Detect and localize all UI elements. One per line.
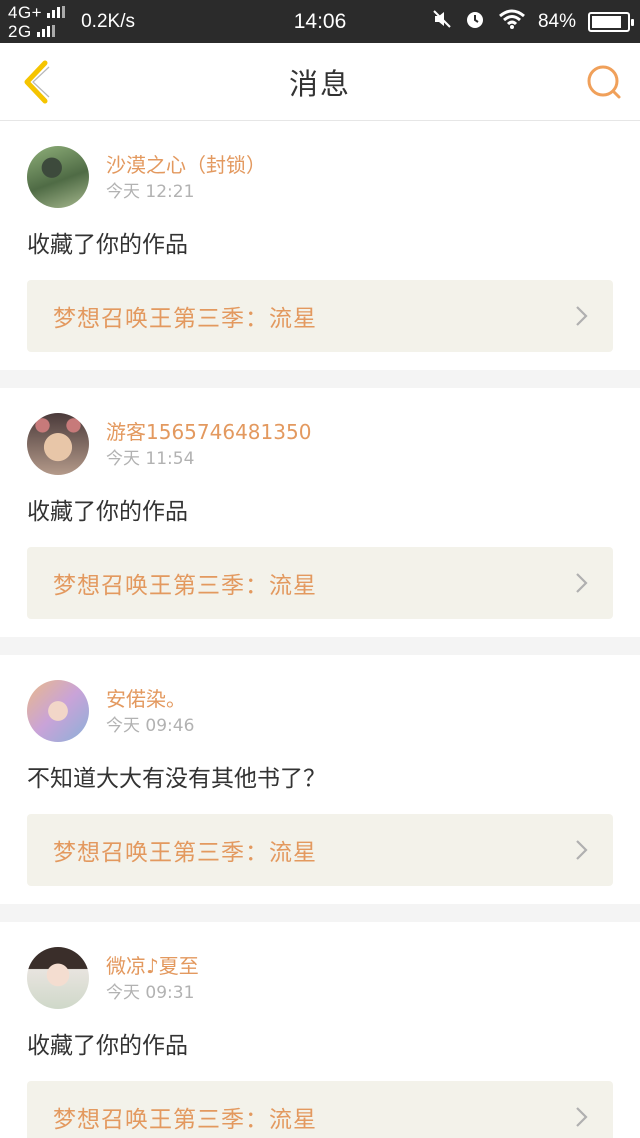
back-button[interactable]: [14, 60, 58, 104]
status-bar: 4G+ 2G 0.2K/s 14:06 84%: [0, 0, 640, 43]
work-link[interactable]: 梦想召唤王第三季：流星: [27, 547, 613, 619]
work-link[interactable]: 梦想召唤王第三季：流星: [27, 814, 613, 886]
battery-percent: 84%: [537, 10, 576, 32]
alarm-icon: [464, 8, 486, 36]
username[interactable]: 游客1565746481350: [106, 419, 311, 445]
chevron-right-icon: [576, 1107, 588, 1127]
network-type-top: 4G+: [8, 2, 43, 22]
work-title: 梦想召唤王第三季：流星: [53, 840, 317, 866]
timestamp: 今天 09:46: [106, 715, 195, 736]
timestamp: 今天 11:54: [106, 448, 195, 469]
username[interactable]: 微凉♪夏至: [106, 953, 199, 979]
message-text: 收藏了你的作品: [27, 1033, 188, 1059]
message-text: 收藏了你的作品: [27, 499, 188, 525]
mute-icon: [432, 9, 452, 35]
message-card: 安偌染。 今天 09:46 不知道大大有没有其他书了？ 梦想召唤王第三季：流星: [0, 655, 640, 904]
chevron-right-icon: [576, 306, 588, 326]
app-header: 消息: [0, 43, 640, 121]
work-title: 梦想召唤王第三季：流星: [53, 306, 317, 332]
work-link[interactable]: 梦想召唤王第三季：流星: [27, 280, 613, 352]
network-type-bottom: 2G: [8, 21, 32, 41]
avatar[interactable]: [27, 146, 89, 208]
message-text: 收藏了你的作品: [27, 232, 188, 258]
chevron-right-icon: [576, 840, 588, 860]
work-title: 梦想召唤王第三季：流星: [53, 1107, 317, 1133]
username[interactable]: 沙漠之心（封锁）: [106, 152, 266, 178]
message-card: 沙漠之心（封锁） 今天 12:21 收藏了你的作品 梦想召唤王第三季：流星: [0, 121, 640, 370]
search-button[interactable]: [582, 60, 626, 104]
message-card: 微凉♪夏至 今天 09:31 收藏了你的作品 梦想召唤王第三季：流星: [0, 922, 640, 1138]
signal-icon: [47, 6, 66, 18]
page-title: 消息: [288, 66, 351, 101]
avatar[interactable]: [27, 947, 89, 1009]
network-indicator: 4G+ 2G: [8, 2, 66, 41]
message-list: 沙漠之心（封锁） 今天 12:21 收藏了你的作品 梦想召唤王第三季：流星 游客…: [0, 121, 640, 1138]
username[interactable]: 安偌染。: [106, 686, 194, 712]
signal-icon: [36, 25, 55, 37]
avatar[interactable]: [27, 680, 89, 742]
battery-icon: [588, 11, 634, 32]
message-card: 游客1565746481350 今天 11:54 收藏了你的作品 梦想召唤王第三…: [0, 388, 640, 637]
avatar[interactable]: [27, 413, 89, 475]
search-icon: [587, 65, 621, 98]
chevron-right-icon: [576, 573, 588, 593]
wifi-icon: [498, 9, 526, 35]
work-link[interactable]: 梦想召唤王第三季：流星: [27, 1081, 613, 1138]
timestamp: 今天 09:31: [106, 982, 195, 1003]
back-chevron-icon: [24, 60, 50, 103]
network-speed: 0.2K/s: [81, 10, 135, 32]
work-title: 梦想召唤王第三季：流星: [53, 573, 317, 599]
message-text: 不知道大大有没有其他书了？: [27, 766, 326, 792]
timestamp: 今天 12:21: [106, 181, 195, 202]
